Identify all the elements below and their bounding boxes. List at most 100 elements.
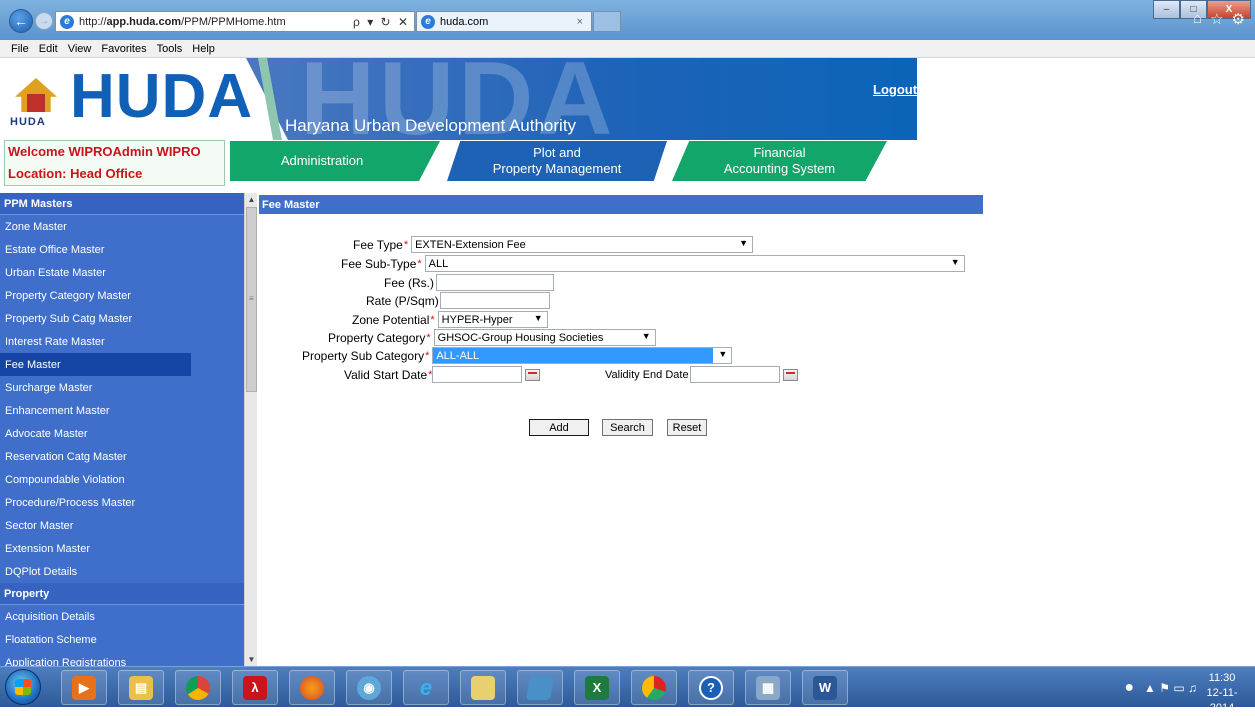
sidebar-item-property-category-master[interactable]: Property Category Master xyxy=(0,284,244,307)
network-status-icon[interactable]: ● xyxy=(1124,679,1134,697)
zone-potential-select[interactable]: HYPER-Hyper ▼ xyxy=(437,311,548,328)
forward-button[interactable]: → xyxy=(35,12,53,30)
help-icon[interactable]: ? xyxy=(688,670,734,705)
menu-favorites[interactable]: Favorites xyxy=(101,43,146,55)
file-explorer-icon[interactable]: ▤ xyxy=(118,670,164,705)
menu-file[interactable]: File xyxy=(11,43,29,55)
valid-start-date-input[interactable] xyxy=(432,366,523,383)
firefox-icon[interactable] xyxy=(289,670,335,705)
required-mark: * xyxy=(417,257,422,270)
validity-end-date-input[interactable] xyxy=(689,366,780,383)
taskbar: ▶ ▤ λ ◉ e X ? ▦ W ● ▲ ⚑ ▭ ♫ 11:30 12-11-… xyxy=(0,666,1255,714)
calendar-icon[interactable] xyxy=(525,368,541,381)
zoom-icon[interactable]: ◉ xyxy=(346,670,392,705)
fee-label: Fee (Rs.) xyxy=(384,275,435,290)
paint-icon[interactable] xyxy=(631,670,677,705)
property-sub-category-select[interactable]: ALL-ALL ▼ xyxy=(432,347,733,364)
menu-help[interactable]: Help xyxy=(192,43,215,55)
tab-close-icon[interactable]: × xyxy=(577,16,583,28)
property-category-select[interactable]: GHSOC-Group Housing Societies ▼ xyxy=(433,329,656,346)
valid-start-date-row: Valid Start Date * xyxy=(344,366,541,383)
menu-view[interactable]: View xyxy=(68,43,92,55)
system-clock[interactable]: 11:30 12-11-2014 xyxy=(1197,671,1247,716)
star-icon[interactable]: ☆ xyxy=(1210,10,1223,28)
tab-plot-property-management[interactable]: Plot and Property Management xyxy=(447,141,667,181)
brand-name: HUDA xyxy=(70,62,254,131)
scroll-thumb[interactable]: ≡ xyxy=(246,207,257,392)
header-banner: HUDA HUDA HUDA Haryana Urban Development… xyxy=(0,58,917,140)
reset-button[interactable]: Reset xyxy=(667,419,707,436)
tray-icons[interactable]: ▲ ⚑ ▭ ♫ xyxy=(1144,681,1197,695)
sidebar-item-zone-master[interactable]: Zone Master xyxy=(0,215,244,238)
fee-type-select[interactable]: EXTEN-Extension Fee ▼ xyxy=(411,236,754,253)
menu-edit[interactable]: Edit xyxy=(39,43,58,55)
tab-administration[interactable]: Administration xyxy=(230,141,440,181)
sidebar-item-interest-rate-master[interactable]: Interest Rate Master xyxy=(0,330,244,353)
sidebar-item-estate-office-master[interactable]: Estate Office Master xyxy=(0,238,244,261)
scroll-up-arrow-icon[interactable]: ▲ xyxy=(245,193,258,206)
sidebar-item-acquisition-details[interactable]: Acquisition Details xyxy=(0,605,244,628)
new-tab-button[interactable] xyxy=(593,11,621,32)
acrobat-icon[interactable]: λ xyxy=(232,670,278,705)
back-button[interactable]: ← xyxy=(9,9,33,33)
search-button[interactable]: Search xyxy=(602,419,653,436)
sidebar-item-floatation-scheme[interactable]: Floatation Scheme xyxy=(0,628,244,651)
scroll-down-arrow-icon[interactable]: ▼ xyxy=(245,653,258,666)
sidebar-item-procedure-process-master[interactable]: Procedure/Process Master xyxy=(0,491,244,514)
tab-administration-label: Administration xyxy=(280,153,364,168)
rate-input[interactable] xyxy=(439,292,550,309)
system-tray[interactable]: ● ▲ ⚑ ▭ ♫ xyxy=(1124,679,1197,697)
tab-financial-accounting[interactable]: Financial Accounting System xyxy=(672,141,887,181)
internet-explorer-icon[interactable]: e xyxy=(403,670,449,705)
sidebar-item-application-registrations[interactable]: Application Registrations xyxy=(0,651,244,667)
sidebar-item-sector-master[interactable]: Sector Master xyxy=(0,514,244,537)
sidebar-scrollbar[interactable]: ▲ ≡ ▼ xyxy=(244,193,257,666)
home-icon[interactable]: ⌂ xyxy=(1193,10,1202,28)
start-button[interactable] xyxy=(5,669,41,705)
fee-type-label: Fee Type xyxy=(353,237,403,252)
sidebar-item-urban-estate-master[interactable]: Urban Estate Master xyxy=(0,261,244,284)
browser-toolbar: ← → e http://app.huda.com/PPM/PPMHome.ht… xyxy=(0,0,1255,40)
tab-plot-label-line1: Plot and xyxy=(533,145,581,160)
network-install-icon[interactable]: ▦ xyxy=(745,670,791,705)
add-button[interactable]: Add xyxy=(529,419,589,436)
address-bar[interactable]: e http://app.huda.com/PPM/PPMHome.htm ρ … xyxy=(55,11,415,32)
word-icon[interactable]: W xyxy=(802,670,848,705)
required-mark: * xyxy=(403,238,409,251)
sidebar-section-property[interactable]: Property xyxy=(0,583,244,605)
chrome-icon[interactable] xyxy=(175,670,221,705)
huda-logo: HUDA xyxy=(8,78,66,133)
tab-financial-label-line1: Financial xyxy=(753,145,806,160)
calendar-icon[interactable] xyxy=(782,368,798,381)
sidebar-item-compoundable-violation[interactable]: Compoundable Violation xyxy=(0,468,244,491)
address-bar-controls[interactable]: ρ ▾ ↻ ✕ xyxy=(353,15,410,29)
fee-subtype-select[interactable]: ALL ▼ xyxy=(424,255,965,272)
sidebar-section-ppm-masters[interactable]: PPM Masters xyxy=(0,193,244,215)
folder-icon[interactable] xyxy=(460,670,506,705)
logout-link[interactable]: Logout xyxy=(873,82,917,97)
gear-icon[interactable]: ⚙ xyxy=(1232,10,1245,28)
clock-time: 11:30 xyxy=(1208,672,1236,684)
sidebar-item-extension-master[interactable]: Extension Master xyxy=(0,537,244,560)
fee-input[interactable] xyxy=(436,274,555,291)
sidebar-item-dqplot-details[interactable]: DQPlot Details xyxy=(0,560,244,583)
sidebar-item-property-sub-catg-master[interactable]: Property Sub Catg Master xyxy=(0,307,244,330)
site-header: HUDA HUDA HUDA Haryana Urban Development… xyxy=(0,58,1255,186)
zone-potential-label: Zone Potential xyxy=(352,312,430,327)
property-sub-category-row: Property Sub Category * ALL-ALL ▼ xyxy=(302,347,733,364)
windows-media-player-icon[interactable]: ▶ xyxy=(61,670,107,705)
excel-icon[interactable]: X xyxy=(574,670,620,705)
sidebar-item-surcharge-master[interactable]: Surcharge Master xyxy=(0,376,244,399)
chevron-down-icon: ▼ xyxy=(739,238,749,248)
menu-bar: File Edit View Favorites Tools Help xyxy=(0,40,1255,58)
minimize-button[interactable]: – xyxy=(1153,0,1180,19)
menu-tools[interactable]: Tools xyxy=(157,43,183,55)
fee-subtype-row: Fee Sub-Type * ALL ▼ xyxy=(341,255,965,272)
sidebar-item-reservation-catg-master[interactable]: Reservation Catg Master xyxy=(0,445,244,468)
virtual-pc-icon[interactable] xyxy=(517,670,563,705)
sidebar-item-enhancement-master[interactable]: Enhancement Master xyxy=(0,399,244,422)
sidebar-item-fee-master[interactable]: Fee Master xyxy=(0,353,191,376)
sidebar-item-advocate-master[interactable]: Advocate Master xyxy=(0,422,244,445)
address-url[interactable]: http://app.huda.com/PPM/PPMHome.htm xyxy=(79,16,286,28)
browser-tab-huda[interactable]: e huda.com × xyxy=(416,11,592,32)
